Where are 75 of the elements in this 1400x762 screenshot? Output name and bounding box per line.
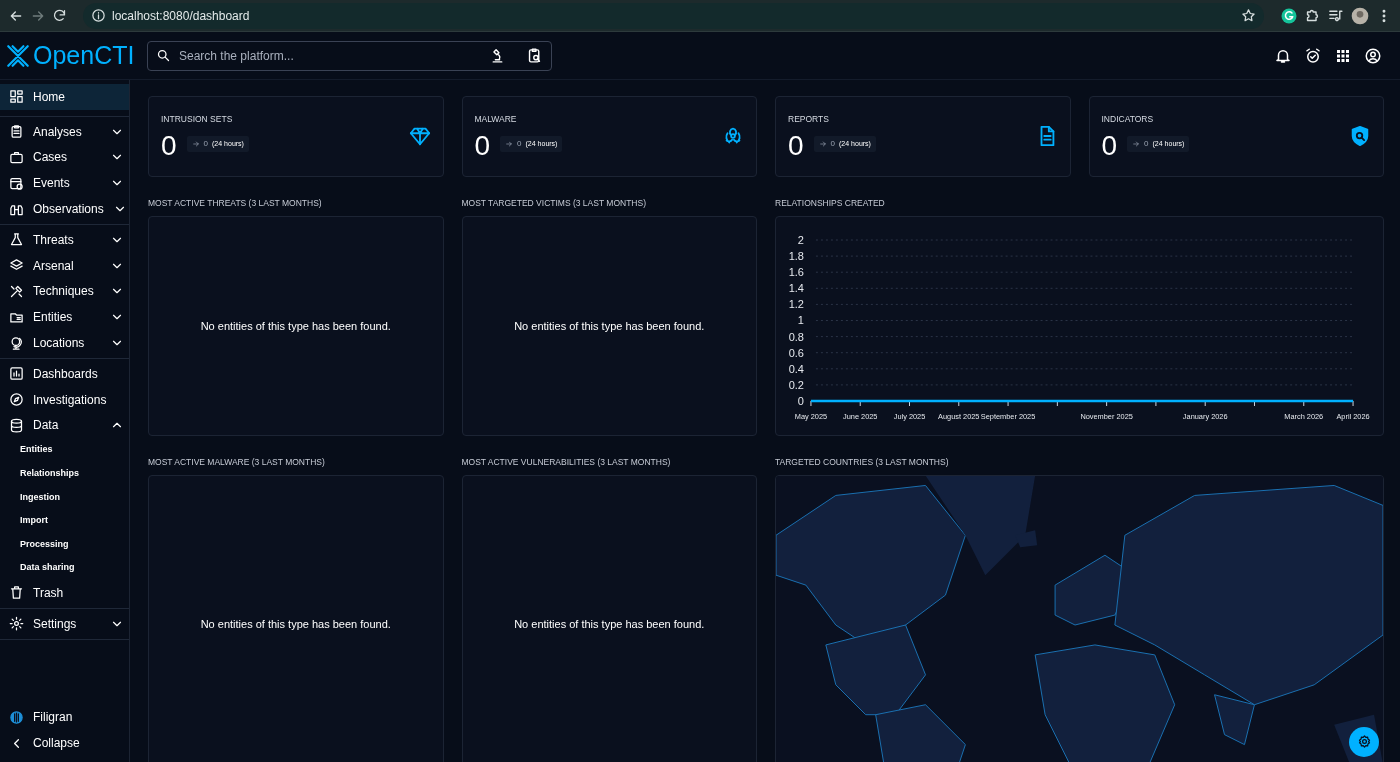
bar-chart-icon bbox=[9, 366, 24, 382]
empty-message: No entities of this type has been found. bbox=[200, 318, 391, 334]
search-icon bbox=[156, 48, 171, 63]
sidebar-item[interactable]: Techniques bbox=[0, 278, 129, 305]
sidebar-item[interactable]: Data bbox=[0, 412, 129, 439]
arrow-right-icon bbox=[818, 139, 827, 148]
search-input[interactable]: Search the platform... bbox=[177, 45, 483, 66]
sidebar-item[interactable]: Trash bbox=[0, 579, 129, 606]
alarm-check-icon[interactable] bbox=[1304, 46, 1322, 65]
sidebar-item[interactable]: Cases bbox=[0, 144, 129, 171]
sidebar-item[interactable]: Home bbox=[0, 84, 129, 110]
widget-title: TARGETED COUNTRIES (3 LAST MONTHS) bbox=[775, 455, 950, 469]
card-title: INDICATORS bbox=[1101, 113, 1155, 126]
database-icon bbox=[9, 417, 24, 433]
globe-icon bbox=[9, 335, 24, 351]
extension-icon[interactable] bbox=[1280, 6, 1298, 25]
trash-icon bbox=[9, 585, 24, 601]
puzzle-icon[interactable] bbox=[1304, 7, 1321, 24]
briefcase-icon bbox=[9, 150, 24, 165]
diamond-icon bbox=[408, 125, 431, 147]
sidebar-subitem[interactable]: Data sharing bbox=[0, 556, 129, 580]
globe-logo-icon bbox=[9, 709, 24, 725]
tools-icon bbox=[9, 283, 24, 299]
widget-title: MOST ACTIVE THREATS (3 LAST MONTHS) bbox=[148, 197, 323, 210]
sidebar-subitem[interactable]: Entities bbox=[0, 438, 129, 462]
sidebar-item[interactable]: Locations bbox=[0, 330, 129, 356]
sidebar-item[interactable]: Entities bbox=[0, 304, 129, 331]
count-value: 0 bbox=[161, 131, 177, 160]
widget-title: MOST TARGETED VICTIMS (3 LAST MONTHS) bbox=[461, 197, 647, 210]
sidebar-subitem[interactable]: Import bbox=[0, 509, 129, 533]
card-title: MALWARE bbox=[474, 113, 518, 126]
compass-icon bbox=[9, 392, 24, 408]
sidebar-subitem[interactable]: Ingestion bbox=[0, 485, 129, 510]
sidebar-item[interactable]: Threats bbox=[0, 227, 129, 253]
sidebar-subitem[interactable]: Relationships bbox=[0, 461, 129, 486]
info-icon bbox=[91, 8, 106, 23]
empty-message: No entities of this type has been found. bbox=[514, 617, 705, 633]
calendar-icon bbox=[9, 175, 24, 191]
empty-message: No entities of this type has been found. bbox=[200, 617, 391, 633]
reload-icon[interactable] bbox=[52, 8, 67, 23]
address-bar[interactable]: localhost:8080/dashboard bbox=[83, 2, 1264, 29]
brand-link[interactable]: Filigran bbox=[0, 704, 129, 731]
card-title: REPORTS bbox=[788, 113, 830, 126]
star-icon[interactable] bbox=[1241, 8, 1256, 23]
sidebar-subitem[interactable]: Processing bbox=[0, 532, 129, 557]
sidebar-item[interactable]: Settings bbox=[0, 610, 129, 637]
widget-title: RELATIONSHIPS CREATED bbox=[775, 197, 886, 210]
flask-icon bbox=[9, 232, 24, 248]
arrow-right-icon bbox=[1132, 139, 1141, 148]
arrow-right-icon bbox=[191, 139, 200, 148]
search-field[interactable]: Search the platform... bbox=[147, 40, 552, 71]
arrow-right-icon bbox=[505, 139, 514, 148]
sidebar-item[interactable]: Observations bbox=[0, 196, 129, 222]
logo-icon bbox=[5, 42, 31, 69]
avatar-icon[interactable] bbox=[1350, 5, 1370, 26]
sidebar-item[interactable]: Investigations bbox=[0, 386, 129, 413]
card-title: INTRUSION SETS bbox=[161, 113, 234, 126]
sidebar-item[interactable]: Analyses bbox=[0, 118, 129, 145]
collapse-button[interactable]: Collapse bbox=[0, 730, 129, 756]
count-value: 0 bbox=[1101, 131, 1118, 160]
clipboard-search-icon[interactable] bbox=[526, 47, 543, 64]
count-value: 0 bbox=[474, 131, 491, 160]
count-value: 0 bbox=[788, 131, 804, 160]
widget-title: MOST ACTIVE VULNERABILITIES (3 LAST MONTHS) bbox=[461, 455, 672, 469]
sidebar-item[interactable]: Arsenal bbox=[0, 252, 129, 279]
shield-search-icon bbox=[1349, 125, 1371, 147]
sidebar-item[interactable]: Dashboards bbox=[0, 360, 129, 387]
logo-text: OpenCTI bbox=[33, 43, 135, 68]
y-axis: 0 0.2 0.4 0.6 0.8 1 1.2 1.4 1.6 1.8 2 bbox=[788, 233, 804, 407]
clipboard-icon bbox=[9, 124, 24, 140]
widget-title: MOST ACTIVE MALWARE (3 LAST MONTHS) bbox=[148, 455, 326, 469]
dashboard-icon bbox=[9, 89, 24, 105]
sidebar-item[interactable]: Events bbox=[0, 170, 129, 197]
account-icon[interactable] bbox=[1364, 46, 1382, 65]
empty-message: No entities of this type has been found. bbox=[514, 318, 705, 334]
